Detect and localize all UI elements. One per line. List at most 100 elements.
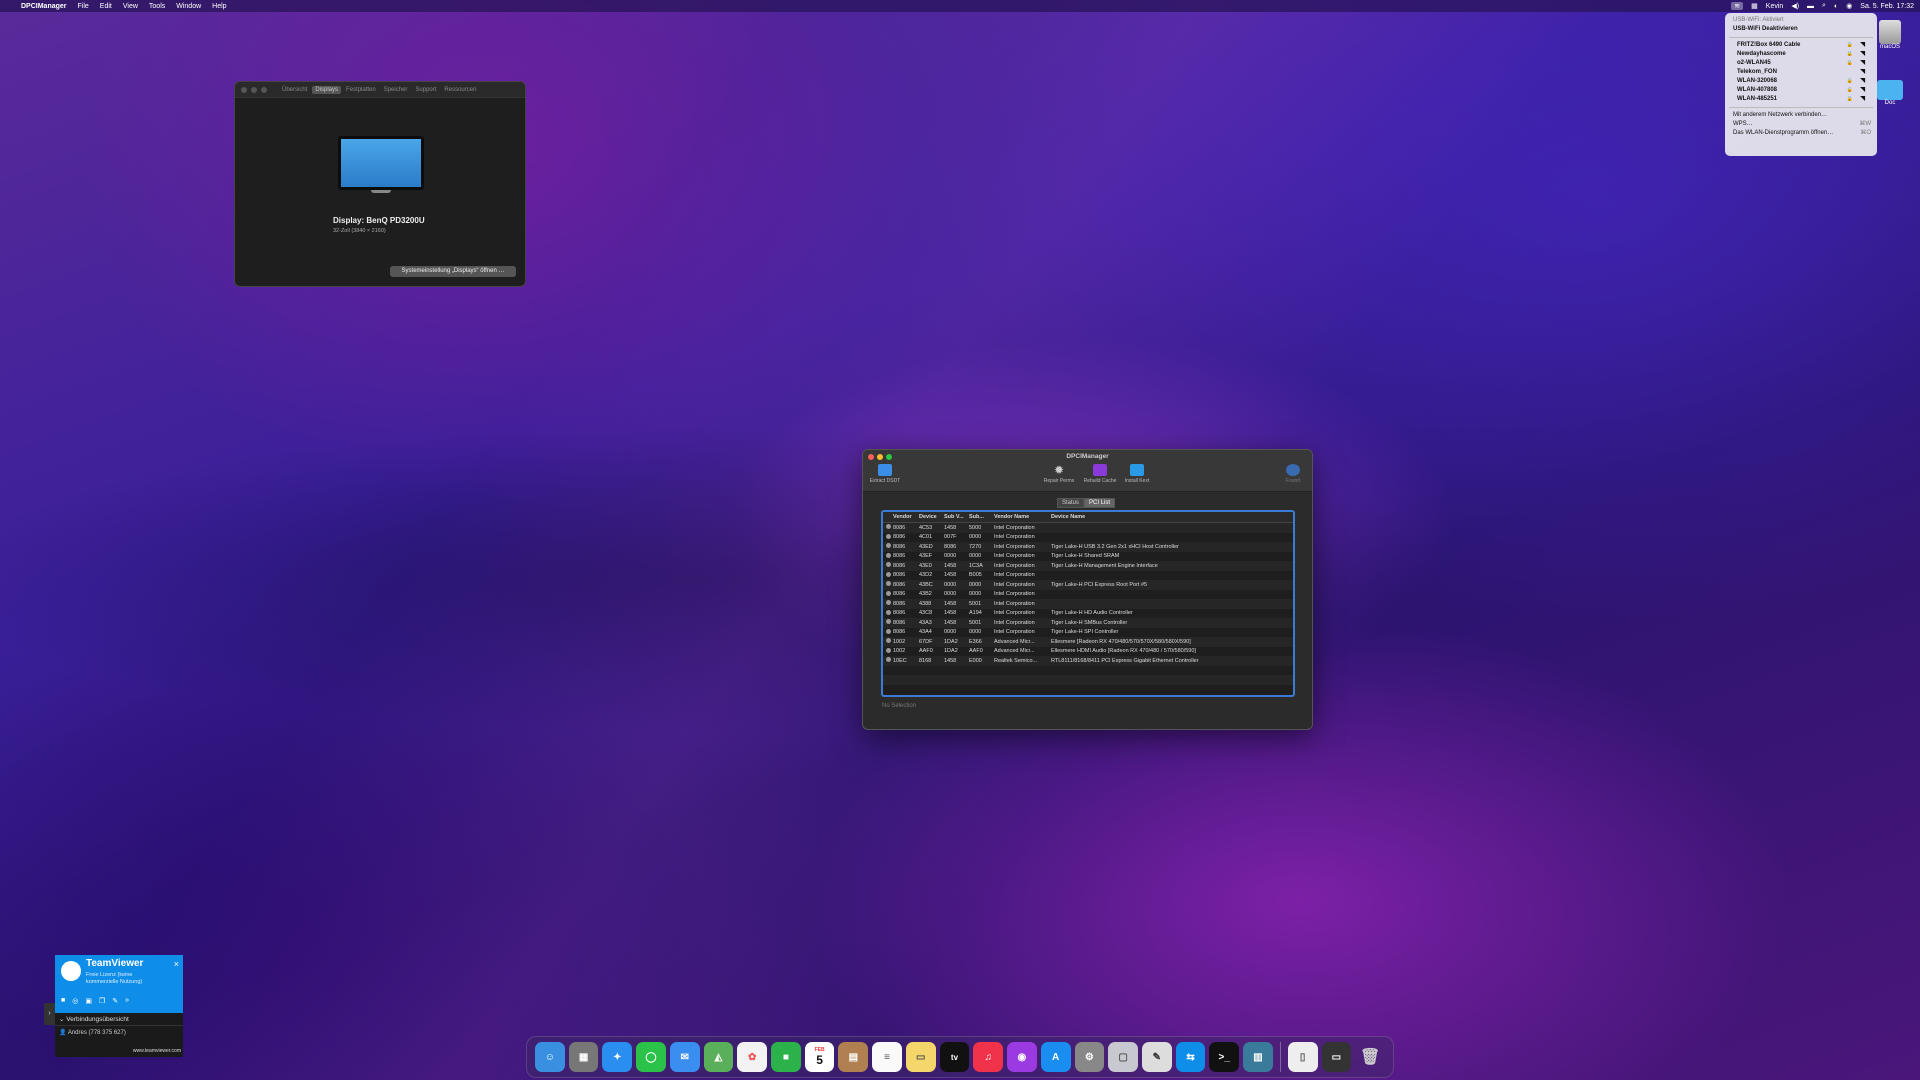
- usb-wifi-icon[interactable]: ≋: [1731, 2, 1744, 10]
- tab-memory[interactable]: Speicher: [381, 86, 411, 94]
- wifi-network-item[interactable]: Newdayhascome 🔒 ◥: [1725, 50, 1877, 59]
- menu-edit[interactable]: Edit: [100, 3, 112, 10]
- table-row[interactable]: 8086 43A4 0000 0000 Intel Corporation Tiger L…: [883, 628, 1293, 638]
- flag-icon[interactable]: ▬: [1807, 3, 1814, 10]
- col-subdevice[interactable]: Sub...: [969, 514, 994, 520]
- apple-tv-icon[interactable]: tv: [939, 1042, 970, 1072]
- script-editor-icon[interactable]: ✎: [1141, 1042, 1172, 1072]
- podcasts-icon[interactable]: ◉: [1007, 1042, 1037, 1072]
- draw-icon[interactable]: ✎: [112, 997, 118, 1005]
- maps-icon[interactable]: ◭: [703, 1042, 734, 1072]
- system-info-icon[interactable]: ▢: [1108, 1042, 1138, 1072]
- screenshot-stack-icon[interactable]: ▭: [1321, 1042, 1352, 1072]
- teamviewer-icon[interactable]: ⇆: [1175, 1042, 1206, 1072]
- connected-user[interactable]: 👤 Andres (778 375 627): [59, 1029, 126, 1036]
- table-row[interactable]: 8086 43D2 1458 B005 Intel Corporation: [883, 571, 1293, 581]
- search-icon[interactable]: ⌕: [1822, 2, 1826, 10]
- connection-overview[interactable]: ⌄ Verbindungsübersicht: [55, 1013, 183, 1026]
- facetime-icon[interactable]: ■: [771, 1042, 801, 1072]
- wifi-network-item[interactable]: Telekom_FON ◥: [1725, 68, 1877, 77]
- wifi-network-item[interactable]: WLAN-407808 🔒 ◥: [1725, 86, 1877, 95]
- col-vendor-name[interactable]: Vendor Name: [994, 514, 1051, 520]
- menu-app-name[interactable]: DPCIManager: [21, 3, 67, 10]
- music-icon[interactable]: ♫: [973, 1042, 1004, 1072]
- terminal-icon[interactable]: >_: [1209, 1042, 1240, 1072]
- table-row[interactable]: 1002 AAF0 1DA2 AAF0 Advanced Micr... Ellesmer…: [883, 647, 1293, 657]
- wifi-wps[interactable]: WPS… ⌘W: [1725, 120, 1877, 129]
- notes-icon[interactable]: ▭: [905, 1042, 936, 1072]
- document-icon[interactable]: ▯: [1287, 1042, 1318, 1072]
- tab-status[interactable]: Status: [1057, 498, 1085, 508]
- col-subvendor[interactable]: Sub V...: [944, 514, 969, 520]
- wifi-network-item[interactable]: WLAN-320068 🔒 ◥: [1725, 77, 1877, 86]
- table-row[interactable]: 8086 43B2 0000 0000 Intel Corporation: [883, 590, 1293, 600]
- wifi-toggle[interactable]: USB-WiFi Deaktivieren: [1725, 25, 1877, 34]
- tab-pci-list[interactable]: PCI List: [1084, 498, 1116, 508]
- table-row[interactable]: 8086 43A3 1458 5001 Intel Corporation Tiger L…: [883, 618, 1293, 628]
- siri-icon[interactable]: ◉: [1846, 2, 1852, 10]
- menu-clock[interactable]: Sa. 5. Feb. 17:32: [1860, 3, 1914, 10]
- mail-icon[interactable]: ✉: [669, 1042, 700, 1072]
- table-row[interactable]: 8086 43EF 0000 0000 Intel Corporation Tiger L…: [883, 552, 1293, 562]
- wifi-utility[interactable]: Das WLAN-Dienstprogramm öffnen… ⌘O: [1725, 129, 1877, 138]
- rebuild-cache-button[interactable]: Rebuild Cache: [1080, 464, 1120, 484]
- contacts-icon[interactable]: ▤: [838, 1042, 869, 1072]
- zoom-icon[interactable]: [261, 86, 267, 93]
- chat-icon[interactable]: ▣: [85, 997, 92, 1005]
- table-row[interactable]: 8086 43C8 1458 A194 Intel Corporation Tiger L…: [883, 609, 1293, 619]
- repair-perms-button[interactable]: ✹ Repair Perms: [1039, 464, 1079, 484]
- menu-window[interactable]: Window: [176, 3, 201, 10]
- col-device[interactable]: Device: [919, 514, 944, 520]
- trash-icon[interactable]: 🗑: [1355, 1042, 1385, 1072]
- menu-help[interactable]: Help: [212, 3, 226, 10]
- table-row[interactable]: 8086 4C53 1458 5000 Intel Corporation: [883, 523, 1293, 533]
- tab-support[interactable]: Support: [412, 86, 439, 94]
- system-preferences-icon[interactable]: ⚙: [1074, 1042, 1105, 1072]
- minimize-icon[interactable]: [251, 86, 257, 93]
- app-store-icon[interactable]: A: [1040, 1042, 1071, 1072]
- menu-tools[interactable]: Tools: [149, 3, 165, 10]
- col-vendor[interactable]: Vendor: [893, 514, 919, 520]
- table-row[interactable]: 8086 4C01 007F 0000 Intel Corporation: [883, 533, 1293, 543]
- control-center-icon[interactable]: ◐: [1834, 3, 1838, 10]
- wifi-network-item[interactable]: FRITZ!Box 6490 Cable 🔒 ◥: [1725, 41, 1877, 50]
- table-row[interactable]: 8086 4388 1458 5001 Intel Corporation: [883, 599, 1293, 609]
- tab-resources[interactable]: Ressourcen: [441, 86, 479, 94]
- table-row[interactable]: 8086 43ED 8086 7270 Intel Corporation Tiger L…: [883, 542, 1293, 552]
- tab-displays[interactable]: Displays: [312, 85, 342, 94]
- table-row[interactable]: 8086 43E0 1458 1C3A Intel Corporation Tiger L…: [883, 561, 1293, 571]
- extract-dsdt-button[interactable]: Extract DSDT: [865, 464, 905, 484]
- open-display-settings-button[interactable]: Systemeinstellung „Displays“ öffnen …: [390, 266, 516, 277]
- wifi-network-item[interactable]: o2-WLAN45 🔒 ◥: [1725, 59, 1877, 68]
- reminders-icon[interactable]: ≡: [872, 1042, 902, 1072]
- calendar-icon[interactable]: FEB 5: [804, 1042, 835, 1072]
- video-icon[interactable]: ■: [61, 997, 65, 1005]
- table-row[interactable]: 1002 67DF 1DA2 E366 Advanced Micr... Ellesmer…: [883, 637, 1293, 647]
- table-row[interactable]: 8086 43BC 0000 0000 Intel Corporation Tiger L…: [883, 580, 1293, 590]
- grid-icon[interactable]: ▦: [1751, 2, 1758, 10]
- wifi-network-item[interactable]: WLAN-485251 🔒 ◥: [1725, 95, 1877, 104]
- safari-icon[interactable]: ✦: [602, 1042, 633, 1072]
- finder-icon[interactable]: ☺: [535, 1042, 565, 1072]
- dpcimanager-icon[interactable]: ▥: [1243, 1042, 1273, 1072]
- menu-user[interactable]: Kevin: [1766, 3, 1784, 10]
- menu-view[interactable]: View: [123, 3, 138, 10]
- install-kext-button[interactable]: Install Kext: [1117, 464, 1157, 484]
- table-row[interactable]: 10EC 8168 1458 E000 Realtek Semico... RTL8111…: [883, 656, 1293, 666]
- launchpad-icon[interactable]: ▦: [568, 1042, 599, 1072]
- files-icon[interactable]: ❐: [99, 997, 105, 1005]
- desktop-folder-icon[interactable]: Doc: [1876, 80, 1904, 106]
- wifi-other-network[interactable]: Mit anderem Netzwerk verbinden…: [1725, 111, 1877, 120]
- headset-icon[interactable]: ◎: [72, 997, 78, 1005]
- tab-disks[interactable]: Festplatten: [343, 86, 379, 94]
- volume-icon[interactable]: ◀): [1791, 2, 1799, 10]
- tab-overview[interactable]: Übersicht: [279, 86, 310, 94]
- desktop-hd-icon[interactable]: macOS: [1876, 20, 1904, 50]
- menu-file[interactable]: File: [78, 3, 89, 10]
- photos-icon[interactable]: ✿: [737, 1042, 768, 1072]
- found-button[interactable]: Found: [1274, 464, 1312, 484]
- pci-table[interactable]: Vendor Device Sub V... Sub... Vendor Nam…: [881, 510, 1295, 697]
- teamviewer-collapse-tab[interactable]: ›: [44, 1003, 55, 1025]
- col-device-name[interactable]: Device Name: [1051, 514, 1293, 520]
- more-icon[interactable]: »: [125, 997, 129, 1005]
